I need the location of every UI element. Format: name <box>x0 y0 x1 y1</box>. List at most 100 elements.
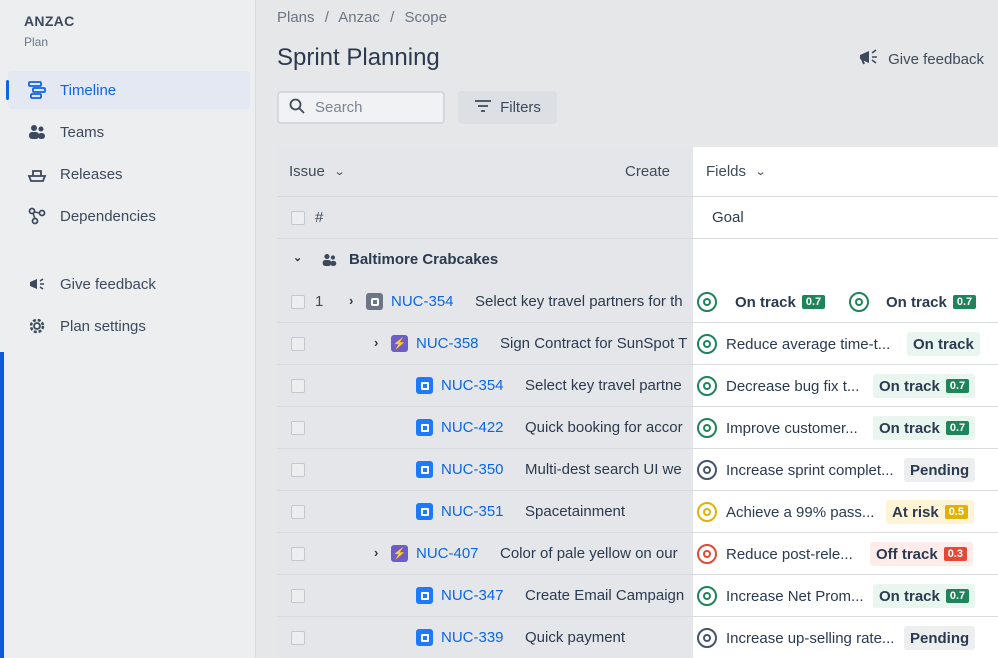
issue-key[interactable]: NUC-350 <box>441 461 504 478</box>
row-checkbox[interactable] <box>291 547 305 561</box>
goal-icon <box>697 334 717 354</box>
status-badge: On track 0.7 <box>873 584 976 608</box>
lightning-icon: ⚡ <box>391 335 408 352</box>
status-badge: At risk 0.5 <box>886 500 974 524</box>
status-label: On track <box>913 335 974 353</box>
teams-icon <box>26 121 48 143</box>
expand-chevron-icon[interactable]: › <box>349 293 353 308</box>
issue-key[interactable]: NUC-407 <box>416 545 479 562</box>
goal-cell: Increase sprint complet... Pending <box>697 458 987 482</box>
dependencies-icon <box>26 205 48 227</box>
goal-text: Achieve a 99% pass... <box>726 503 875 521</box>
goal-icon <box>697 628 717 648</box>
table-row[interactable]: NUC-422 Quick booking for accor Improve … <box>277 407 998 449</box>
group-row: ⌄ Baltimore Crabcakes <box>277 239 998 281</box>
goal-text: Increase up-selling rate... <box>726 629 895 647</box>
status-label: On track <box>879 419 940 437</box>
megaphone-icon <box>858 47 880 71</box>
plan-table: Issue ⌄ Create Fields ⌄ # Goal ⌄ Baltimo… <box>277 147 998 658</box>
issue-key[interactable]: NUC-351 <box>441 503 504 520</box>
create-button[interactable]: Create <box>625 163 670 180</box>
search-input[interactable]: Search <box>277 91 445 124</box>
row-checkbox[interactable] <box>291 505 305 519</box>
releases-icon <box>26 163 48 185</box>
goal-cell: Improve customer... On track 0.7 <box>697 416 987 440</box>
story-icon <box>416 419 433 436</box>
issue-summary: Multi-dest search UI we <box>525 461 682 478</box>
breadcrumb-anzac[interactable]: Anzac <box>338 9 380 26</box>
status-badge: On track 0.7 <box>873 374 976 398</box>
breadcrumb-plans[interactable]: Plans <box>277 9 315 26</box>
expand-chevron-icon[interactable]: › <box>374 335 378 350</box>
expand-chevron-icon[interactable]: › <box>374 545 378 560</box>
filter-icon <box>474 99 492 117</box>
sidebar-item-plan-settings[interactable]: Plan settings <box>8 307 250 345</box>
table-row[interactable]: NUC-347 Create Email Campaign Increase N… <box>277 575 998 617</box>
sidebar-item-timeline[interactable]: Timeline <box>6 71 250 109</box>
goal-cell: Increase up-selling rate... Pending <box>697 626 987 650</box>
fields-column-header[interactable]: Fields ⌄ <box>706 163 767 180</box>
issue-key[interactable]: NUC-354 <box>391 293 454 310</box>
issue-key[interactable]: NUC-422 <box>441 419 504 436</box>
chevron-down-icon: ⌄ <box>333 166 346 178</box>
status-badge: On track <box>907 332 980 356</box>
row-checkbox[interactable] <box>291 421 305 435</box>
epic-icon <box>366 293 383 310</box>
issue-key[interactable]: NUC-347 <box>441 587 504 604</box>
sidebar-item-give-feedback[interactable]: Give feedback <box>8 265 250 303</box>
issue-column-header[interactable]: Issue ⌄ <box>289 163 346 180</box>
row-checkbox[interactable] <box>291 379 305 393</box>
status-label: Pending <box>910 629 970 647</box>
project-name: ANZAC <box>24 13 75 29</box>
issue-key[interactable]: NUC-339 <box>441 629 504 646</box>
score-badge: 0.3 <box>943 547 967 561</box>
table-row[interactable]: › ⚡ NUC-358 Sign Contract for SunSpot T … <box>277 323 998 365</box>
group-label: Baltimore Crabcakes <box>349 251 499 268</box>
select-all-checkbox[interactable] <box>291 211 305 225</box>
chevron-down-icon: ⌄ <box>754 166 767 178</box>
score-badge: 0.5 <box>944 505 968 519</box>
goal-cell: On track 0.7 On track 0.7 <box>697 290 987 314</box>
row-checkbox[interactable] <box>291 631 305 645</box>
row-checkbox[interactable] <box>291 463 305 477</box>
status-label: Pending <box>910 461 970 479</box>
give-feedback-button[interactable]: Give feedback <box>858 47 984 71</box>
status-badge: On track 0.7 <box>873 416 976 440</box>
row-rank: 1 <box>315 293 324 310</box>
status-badge: Pending <box>904 458 976 482</box>
goal-text: Increase sprint complet... <box>726 461 894 479</box>
table-row[interactable]: NUC-354 Select key travel partne Decreas… <box>277 365 998 407</box>
table-row[interactable]: NUC-350 Multi-dest search UI we Increase… <box>277 449 998 491</box>
breadcrumb: Plans / Anzac / Scope <box>277 9 453 26</box>
issue-key[interactable]: NUC-358 <box>416 335 479 352</box>
search-icon <box>289 98 305 118</box>
status-badge: Off track 0.3 <box>870 542 973 566</box>
issue-summary: Sign Contract for SunSpot T <box>500 335 688 352</box>
goal-icon <box>697 502 717 522</box>
row-checkbox[interactable] <box>291 589 305 603</box>
goal-icon <box>697 460 717 480</box>
rank-column-header: # <box>315 209 324 226</box>
sidebar-item-label: Releases <box>60 165 123 183</box>
table-row[interactable]: NUC-339 Quick payment Increase up-sellin… <box>277 617 998 658</box>
breadcrumb-scope[interactable]: Scope <box>404 9 447 26</box>
filters-button[interactable]: Filters <box>458 91 557 124</box>
sidebar-item-dependencies[interactable]: Dependencies <box>8 197 250 235</box>
issue-key[interactable]: NUC-354 <box>441 377 504 394</box>
row-checkbox[interactable] <box>291 337 305 351</box>
story-icon <box>416 587 433 604</box>
table-row[interactable]: NUC-351 Spacetainment Achieve a 99% pass… <box>277 491 998 533</box>
page-title: Sprint Planning <box>277 44 440 71</box>
goal-column-header: Goal <box>712 209 744 226</box>
sidebar: ANZAC Plan Timeline Teams Releases Depen… <box>0 0 256 658</box>
score-badge: 0.7 <box>945 379 970 393</box>
sidebar-item-releases[interactable]: Releases <box>8 155 250 193</box>
collapse-chevron-icon[interactable]: ⌄ <box>293 251 302 264</box>
score-badge: 0.7 <box>945 589 970 603</box>
row-checkbox[interactable] <box>291 295 305 309</box>
sidebar-item-teams[interactable]: Teams <box>8 113 250 151</box>
table-row[interactable]: › ⚡ NUC-407 Color of pale yellow on our … <box>277 533 998 575</box>
goal-icon <box>697 586 717 606</box>
issue-summary: Select key travel partners for th <box>475 293 683 310</box>
table-row[interactable]: 1 › NUC-354 Select key travel partners f… <box>277 281 998 323</box>
